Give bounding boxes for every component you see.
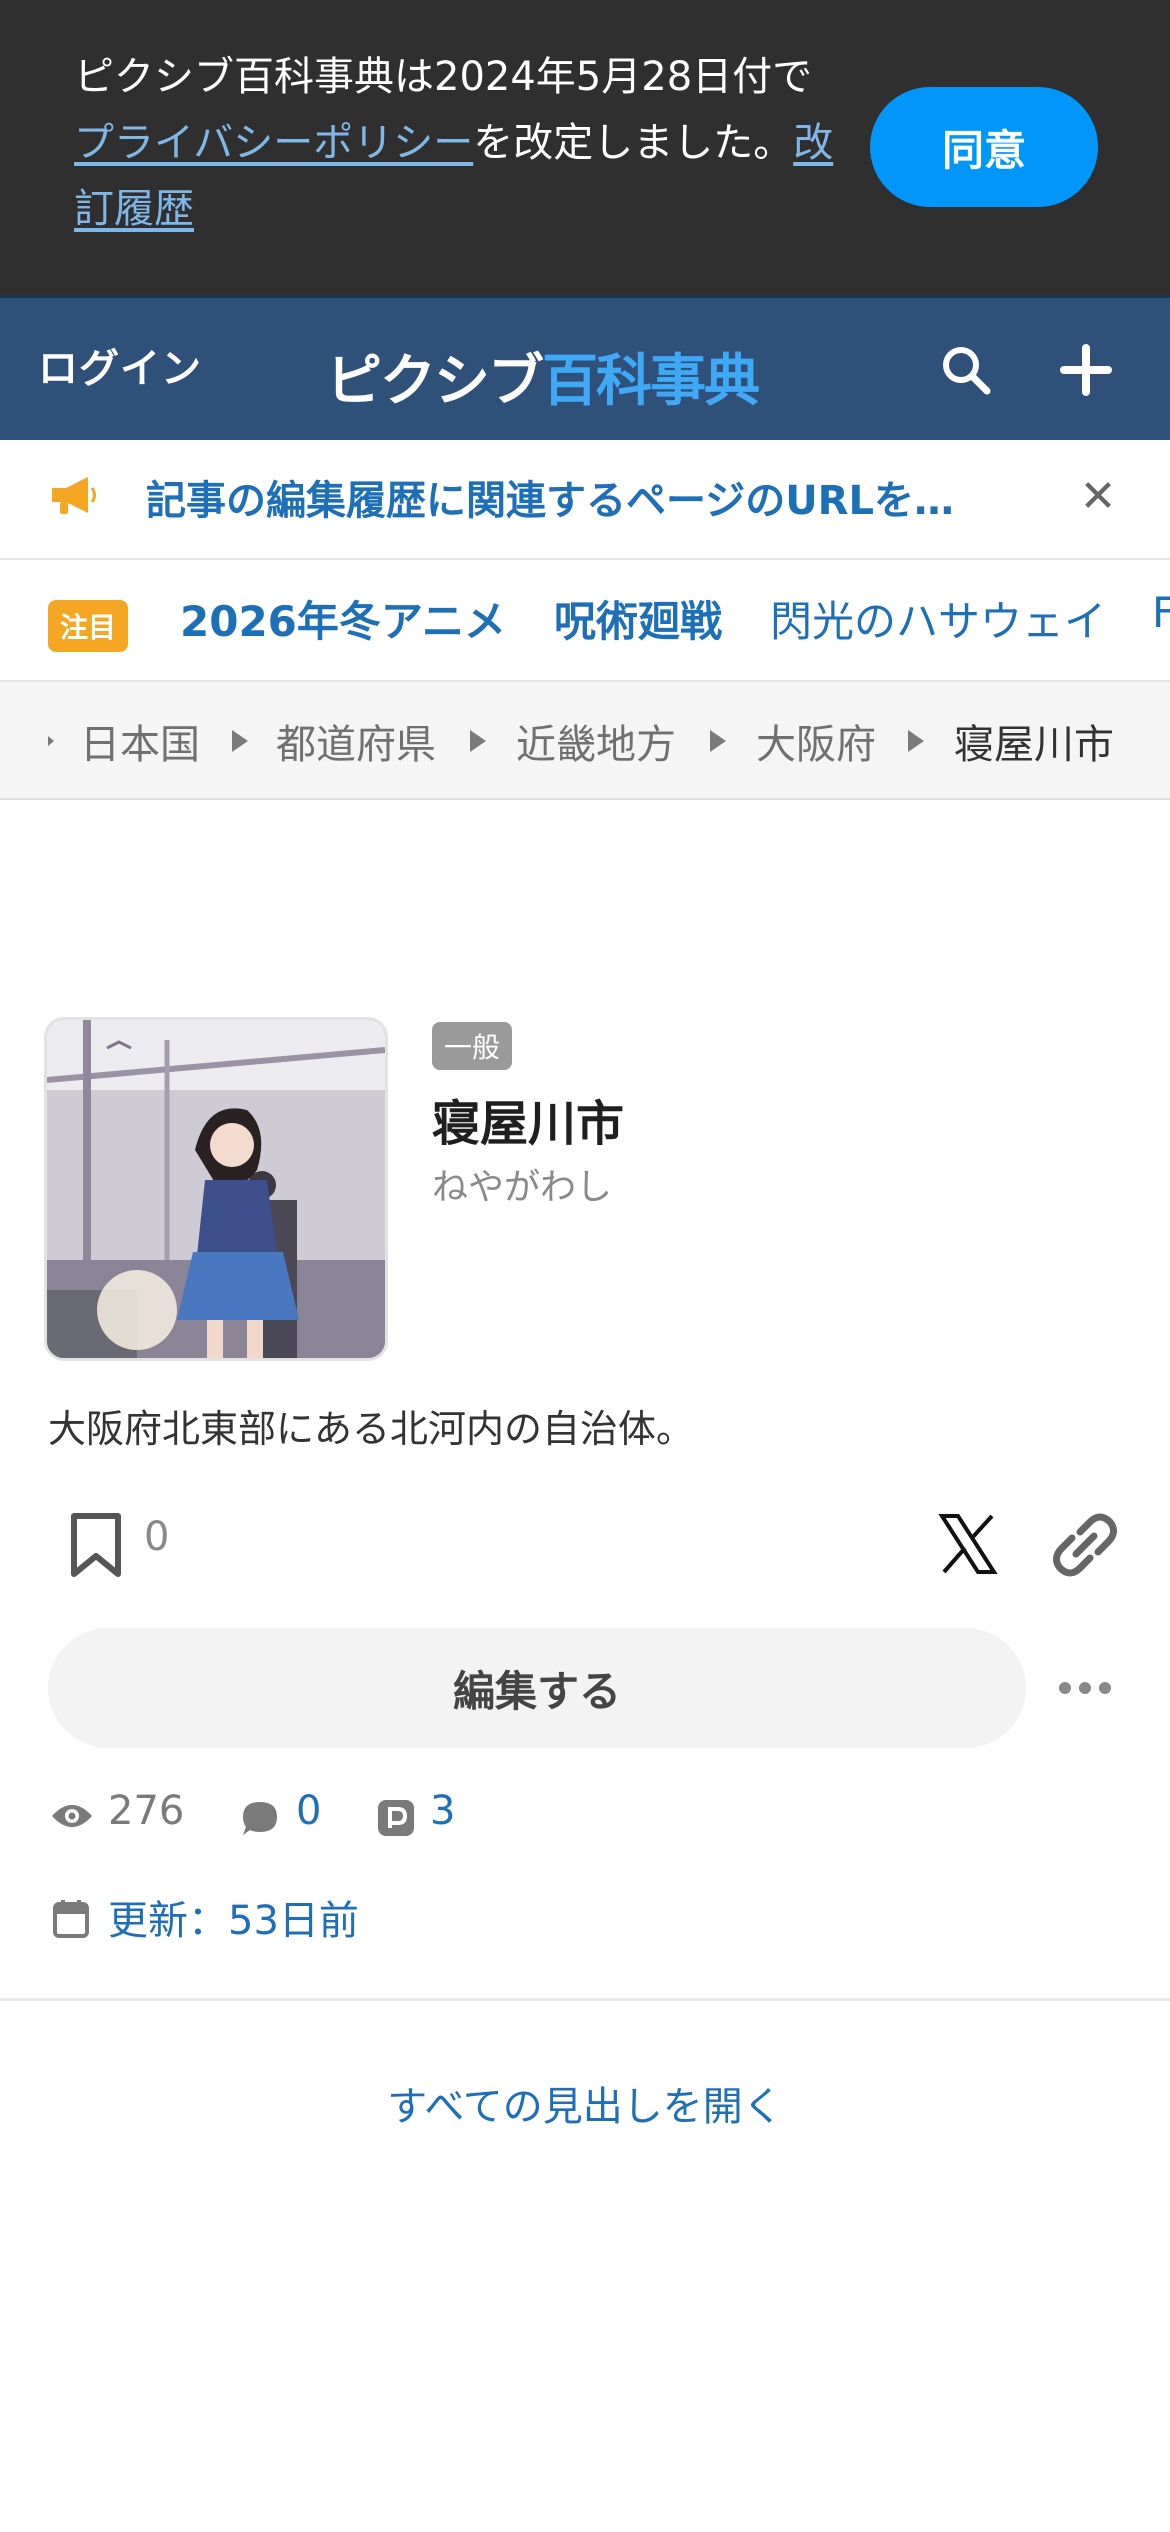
bookmark-count: 0 [144,1514,170,1560]
pixiv-works-count[interactable]: 3 [430,1788,455,1834]
view-count: 276 [108,1788,185,1834]
trending-item[interactable]: 呪術廻戦 [554,588,722,649]
eye-icon [50,1800,94,1836]
bookmark-icon[interactable] [66,1510,126,1580]
login-link[interactable]: ログイン [38,336,202,394]
site-logo[interactable]: ピクシブ百科事典 [326,336,760,417]
comment-icon[interactable] [240,1798,280,1842]
copy-link-icon[interactable] [1050,1510,1120,1580]
breadcrumb: 日本国 都道府県 近畿地方 大阪府 寝屋川市 [0,682,1170,800]
category-badge: 一般 [432,1022,513,1070]
title-reading: ねやがわし [432,1167,613,1208]
pixiv-works-icon[interactable] [376,1798,416,1842]
article-summary: 大阪府北東部にある北河内の自治体。 [48,1407,695,1451]
calendar-icon [52,1898,90,1944]
logo-text-pixiv: ピクシブ [326,349,544,414]
section-divider [0,1998,1170,2001]
breadcrumb-separator [710,730,726,752]
breadcrumb-separator [232,730,248,752]
privacy-notice-text: ピクシブ百科事典は2024年5月28日付でプライバシーポリシーを改定しました。改… [74,44,834,242]
notice-text-middle: を改定しました。 [473,120,794,166]
breadcrumb-item[interactable]: 近畿地方 [516,712,676,770]
agree-button[interactable]: 同意 [870,87,1098,207]
trending-item[interactable]: 2026年冬アニメ [180,588,506,649]
privacy-policy-link[interactable]: プライバシーポリシー [74,120,473,166]
trending-item[interactable]: F [1152,588,1170,637]
close-icon[interactable]: ✕ [1068,466,1128,526]
open-all-headings-link[interactable]: すべての見出しを開く [0,2074,1170,2132]
megaphone-icon [48,474,98,522]
breadcrumb-item[interactable]: 都道府県 [276,712,436,770]
breadcrumb-separator [470,730,486,752]
breadcrumb-item[interactable]: 大阪府 [756,712,876,770]
page-title: 寝屋川市 [432,1096,625,1152]
breadcrumb-item[interactable]: 日本国 [80,712,200,770]
updated-date[interactable]: 更新：53日前 [108,1888,359,1946]
trending-item[interactable]: 閃光のハサウェイ [770,588,1106,649]
breadcrumb-separator [48,736,54,746]
trending-bar: 注目 2026年冬アニメ 呪術廻戦 閃光のハサウェイ F [0,562,1170,682]
logo-text-dic: 百科事典 [542,349,760,414]
trending-badge: 注目 [48,600,129,652]
breadcrumb-separator [908,730,924,752]
search-icon[interactable] [934,338,998,402]
site-header: ログイン ピクシブ百科事典 [0,295,1170,440]
notice-text-before: ピクシブ百科事典は2024年5月28日付で [74,54,813,100]
privacy-notice: ピクシブ百科事典は2024年5月28日付でプライバシーポリシーを改定しました。改… [0,0,1170,295]
article-thumbnail[interactable] [44,1017,388,1361]
edit-button[interactable]: 編集する [48,1628,1026,1748]
x-share-icon[interactable] [938,1512,998,1576]
more-options-icon[interactable] [1050,1660,1120,1716]
announcement-text[interactable]: 記事の編集履歴に関連するページのURLを… [146,468,1006,526]
comment-count[interactable]: 0 [296,1788,321,1834]
plus-icon[interactable] [1054,338,1118,402]
announcement-bar[interactable]: 記事の編集履歴に関連するページのURLを… ✕ [0,440,1170,560]
breadcrumb-current: 寝屋川市 [954,722,1114,768]
